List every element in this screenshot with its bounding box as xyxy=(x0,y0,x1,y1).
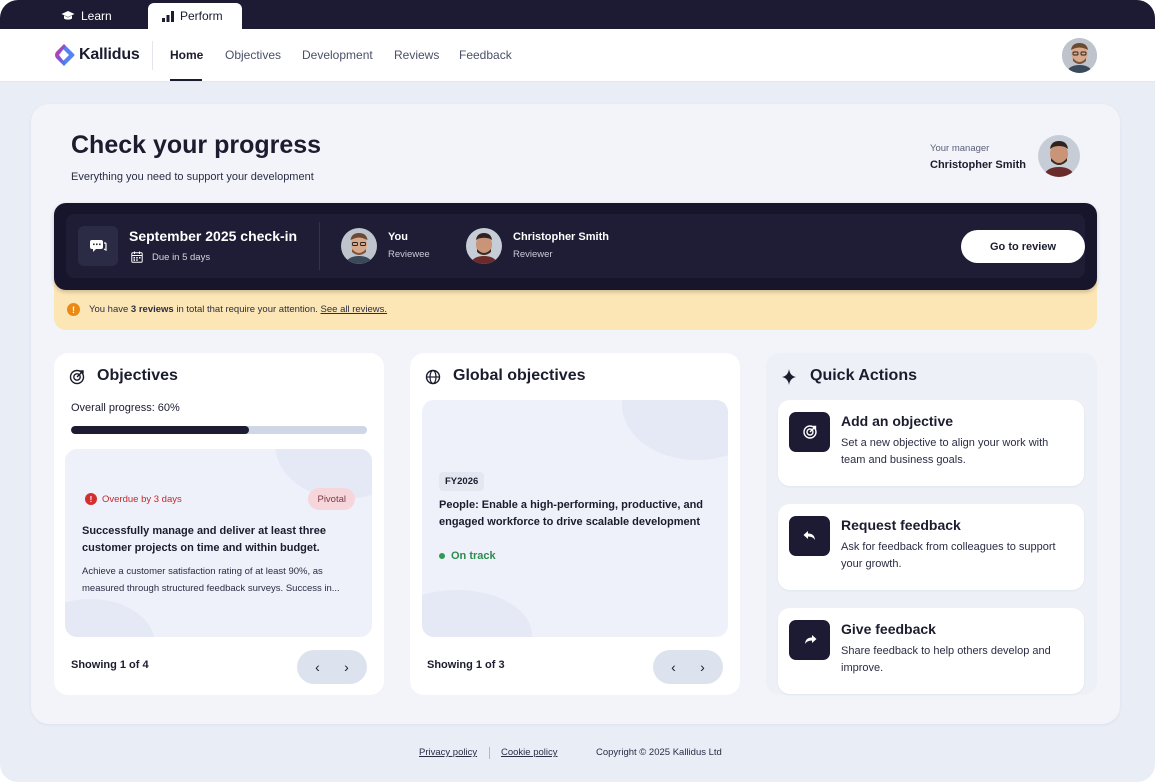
objective-item[interactable]: ! Overdue by 3 days Pivotal Successfully … xyxy=(65,449,372,637)
user-avatar[interactable] xyxy=(1062,38,1097,73)
reviewee-role: Reviewee xyxy=(388,249,430,260)
quick-action-request-feedback[interactable]: Request feedback Ask for feedback from c… xyxy=(778,504,1084,590)
quick-action-add-objective[interactable]: Add an objective Set a new objective to … xyxy=(778,400,1084,486)
status-dot-icon xyxy=(439,553,445,559)
overall-progress-label: Overall progress: 60% xyxy=(71,402,180,414)
quick-action-title: Give feedback xyxy=(841,621,936,637)
attention-prefix: You have xyxy=(89,304,131,315)
chat-bubbles-icon xyxy=(78,226,118,266)
share-icon xyxy=(789,620,830,660)
copyright-text: Copyright © 2025 Kallidus Ltd xyxy=(596,747,722,758)
manager-avatar-image xyxy=(1038,135,1080,177)
reviewee-name: You xyxy=(388,231,408,243)
nav-reviews[interactable]: Reviews xyxy=(394,48,439,62)
objective-title: Successfully manage and deliver at least… xyxy=(82,525,326,554)
target-icon xyxy=(789,412,830,452)
pivotal-badge: Pivotal xyxy=(308,488,355,510)
reply-icon xyxy=(789,516,830,556)
footer-divider xyxy=(489,747,490,759)
globe-icon xyxy=(425,369,441,385)
decor-blob xyxy=(65,599,155,637)
app-tab-perform-label: Perform xyxy=(180,9,223,23)
reviewer-role: Reviewer xyxy=(513,249,553,260)
overdue-text: Overdue by 3 days xyxy=(102,493,182,505)
top-navigation: Kallidus Home Objectives Development Rev… xyxy=(0,29,1155,82)
app-tab-learn[interactable]: Learn xyxy=(48,3,148,29)
app-switcher-bar: Learn Perform xyxy=(0,0,1155,29)
nav-feedback[interactable]: Feedback xyxy=(459,48,512,62)
alert-circle-icon: ! xyxy=(85,493,97,505)
global-objective-item[interactable]: FY2026 People: Enable a high-performing,… xyxy=(422,400,728,637)
user-avatar-image xyxy=(1062,38,1097,73)
chevron-right-icon[interactable]: › xyxy=(344,659,349,675)
brand-name: Kallidus xyxy=(79,46,140,63)
global-objectives-card: Global objectives FY2026 People: Enable … xyxy=(410,353,740,695)
sparkle-icon xyxy=(782,369,796,385)
app-frame: Learn Perform Kallidus Home Objectives D… xyxy=(0,0,1155,782)
global-objectives-title: Global objectives xyxy=(453,367,586,384)
manager-avatar[interactable] xyxy=(1038,135,1080,177)
chevron-left-icon[interactable]: ‹ xyxy=(315,659,320,675)
fiscal-year-badge: FY2026 xyxy=(439,472,485,491)
attention-middle: in total that require your attention. xyxy=(173,304,321,315)
reviewee-avatar xyxy=(341,228,377,264)
bar-chart-icon xyxy=(162,10,174,22)
reviewer-name: Christopher Smith xyxy=(513,231,609,243)
objectives-title: Objectives xyxy=(97,367,178,384)
graduation-cap-icon xyxy=(61,11,75,20)
page-subtitle: Everything you need to support your deve… xyxy=(71,171,314,183)
app-tab-learn-label: Learn xyxy=(81,9,112,23)
manager-name: Christopher Smith xyxy=(930,159,1026,171)
checkin-title: September 2025 check-in xyxy=(129,228,298,244)
quick-action-description: Ask for feedback from colleagues to supp… xyxy=(841,541,1056,570)
cookie-policy-link[interactable]: Cookie policy xyxy=(501,747,558,758)
kallidus-logo-icon xyxy=(55,44,75,66)
global-objectives-pager: ‹ › xyxy=(653,650,723,684)
checkin-divider xyxy=(319,222,320,270)
on-track-status: On track xyxy=(439,550,496,562)
manager-label: Your manager xyxy=(930,143,990,154)
attention-count: 3 reviews xyxy=(130,304,174,315)
go-to-review-button[interactable]: Go to review xyxy=(961,230,1085,263)
checkin-card: September 2025 check-in Due in 5 days Yo… xyxy=(54,203,1097,290)
nav-home[interactable]: Home xyxy=(170,48,203,62)
quick-action-description: Set a new objective to align your work w… xyxy=(841,437,1049,466)
nav-active-indicator xyxy=(170,79,202,81)
chevron-right-icon[interactable]: › xyxy=(700,659,705,675)
privacy-policy-link[interactable]: Privacy policy xyxy=(419,747,477,758)
nav-objectives[interactable]: Objectives xyxy=(225,48,281,62)
quick-actions-card: Quick Actions Add an objective Set a new… xyxy=(766,353,1097,695)
quick-action-description: Share feedback to help others develop an… xyxy=(841,645,1051,674)
overdue-status: ! Overdue by 3 days xyxy=(85,493,182,505)
attention-message: You have 3 reviews in total that require… xyxy=(89,304,387,315)
global-objectives-pagination-label: Showing 1 of 3 xyxy=(427,659,505,671)
calendar-icon xyxy=(131,251,143,263)
quick-actions-title: Quick Actions xyxy=(810,367,917,384)
see-all-reviews-link[interactable]: See all reviews. xyxy=(321,304,388,315)
objectives-card: Objectives Overall progress: 60% ! Overdu… xyxy=(54,353,384,695)
objectives-pager: ‹ › xyxy=(297,650,367,684)
objectives-pagination-label: Showing 1 of 4 xyxy=(71,659,149,671)
overall-progress-bar xyxy=(71,426,367,434)
quick-action-give-feedback[interactable]: Give feedback Share feedback to help oth… xyxy=(778,608,1084,694)
global-objective-title: People: Enable a high-performing, produc… xyxy=(439,499,704,528)
page-title: Check your progress xyxy=(71,131,322,159)
chevron-left-icon[interactable]: ‹ xyxy=(671,659,676,675)
nav-development[interactable]: Development xyxy=(302,48,373,62)
reviewer-avatar xyxy=(466,228,502,264)
nav-divider xyxy=(152,41,153,70)
warning-icon: ! xyxy=(67,303,80,316)
quick-action-title: Request feedback xyxy=(841,517,961,533)
decor-blob xyxy=(622,400,728,460)
checkin-inner: September 2025 check-in Due in 5 days Yo… xyxy=(66,214,1085,278)
decor-blob xyxy=(422,590,532,637)
overall-progress-fill xyxy=(71,426,249,434)
quick-action-title: Add an objective xyxy=(841,413,954,429)
on-track-text: On track xyxy=(451,550,496,562)
target-icon xyxy=(69,369,85,385)
checkin-due: Due in 5 days xyxy=(152,252,211,263)
app-tab-perform[interactable]: Perform xyxy=(148,3,242,29)
brand-logo[interactable]: Kallidus xyxy=(55,43,140,67)
objective-description: Achieve a customer satisfaction rating o… xyxy=(82,566,340,594)
